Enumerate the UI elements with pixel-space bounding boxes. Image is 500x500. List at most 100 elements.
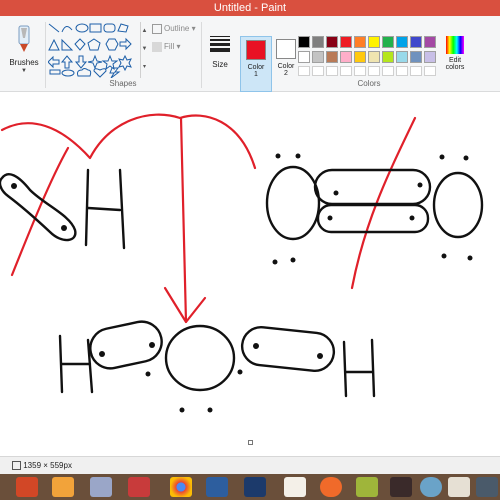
- triangle-shape-icon[interactable]: [48, 38, 60, 51]
- drawing-canvas[interactable]: [0, 93, 500, 441]
- custom-color-slot[interactable]: [312, 66, 324, 76]
- up-arrow-shape-icon[interactable]: [60, 55, 74, 69]
- palette-swatch[interactable]: [298, 36, 310, 48]
- fill-bucket-icon: [152, 42, 162, 52]
- curve-shape-icon[interactable]: [61, 26, 73, 33]
- color1-button[interactable]: Color 1: [240, 36, 272, 92]
- hexagon-shape-icon[interactable]: [105, 38, 119, 51]
- outline-label: Outline: [164, 24, 190, 34]
- diamond-shape-icon[interactable]: [74, 38, 86, 51]
- palette-swatch[interactable]: [354, 51, 366, 63]
- palette-swatch[interactable]: [326, 51, 338, 63]
- palette-swatch[interactable]: [340, 36, 352, 48]
- color-wheel-icon: [446, 36, 464, 54]
- status-bar: 1359 × 559px: [0, 456, 500, 474]
- window-title: Untitled - Paint: [213, 2, 287, 14]
- network-icon[interactable]: [90, 477, 112, 497]
- oxygen-right: [432, 171, 484, 239]
- fire-icon[interactable]: [390, 477, 412, 497]
- down-arrow-shape-icon[interactable]: [74, 55, 88, 69]
- custom-color-slot[interactable]: [382, 66, 394, 76]
- cloud-callout-shape-icon[interactable]: [77, 68, 92, 77]
- oval-shape-icon[interactable]: [75, 23, 89, 33]
- heart-shape-icon[interactable]: [93, 68, 107, 78]
- palette-swatch[interactable]: [312, 36, 324, 48]
- league-icon[interactable]: [244, 477, 266, 497]
- fill-button[interactable]: Fill ▾: [152, 42, 180, 52]
- size-label: Size: [212, 60, 228, 69]
- browser-icon[interactable]: [284, 477, 306, 497]
- scroll-up-icon[interactable]: ▲: [141, 22, 148, 40]
- paint-icon[interactable]: [52, 477, 74, 497]
- chevron-down-icon: ▾: [191, 24, 196, 34]
- polygon-shape-icon[interactable]: [117, 23, 129, 33]
- custom-color-slot[interactable]: [410, 66, 422, 76]
- palette-swatch[interactable]: [340, 51, 352, 63]
- edit-colors-button[interactable]: Edit colors: [440, 34, 470, 92]
- custom-color-slot[interactable]: [368, 66, 380, 76]
- fill-label: Fill: [164, 42, 175, 52]
- color1-number: 1: [254, 71, 258, 78]
- chevron-down-icon: ▾: [176, 42, 181, 52]
- palette-swatch[interactable]: [326, 36, 338, 48]
- brushes-label: Brushes: [9, 58, 39, 67]
- screen-icon[interactable]: [206, 477, 228, 497]
- palette-swatch[interactable]: [298, 51, 310, 63]
- palette-swatch[interactable]: [396, 36, 408, 48]
- steam-icon[interactable]: [420, 477, 442, 497]
- powerpoint-icon[interactable]: [16, 477, 38, 497]
- palette-swatch[interactable]: [368, 36, 380, 48]
- oval-callout-shape-icon[interactable]: [61, 69, 75, 77]
- canvas-resize-handle[interactable]: [248, 440, 253, 445]
- palette-swatch[interactable]: [382, 51, 394, 63]
- six-point-star-shape-icon[interactable]: [118, 54, 132, 72]
- five-point-star-shape-icon[interactable]: [101, 54, 119, 71]
- color1-swatch: [246, 40, 266, 60]
- palette-swatch[interactable]: [410, 36, 422, 48]
- rounded-rectangle-shape-icon[interactable]: [103, 23, 116, 33]
- palette-swatch[interactable]: [354, 36, 366, 48]
- palette-swatch[interactable]: [368, 51, 380, 63]
- rectangle-shape-icon[interactable]: [89, 23, 102, 33]
- brushes-button[interactable]: Brushes ▼: [6, 20, 42, 80]
- palette-swatch[interactable]: [424, 51, 436, 63]
- custom-color-slot[interactable]: [340, 66, 352, 76]
- custom-color-slot[interactable]: [396, 66, 408, 76]
- pen-icon[interactable]: [476, 477, 498, 497]
- palette-swatch[interactable]: [396, 51, 408, 63]
- custom-color-slot[interactable]: [424, 66, 436, 76]
- four-point-star-shape-icon[interactable]: [87, 54, 103, 70]
- palette-swatch[interactable]: [382, 36, 394, 48]
- right-arrow-shape-icon[interactable]: [119, 37, 132, 51]
- custom-color-slot[interactable]: [326, 66, 338, 76]
- black-strokes: [0, 165, 484, 398]
- palette-swatch[interactable]: [312, 51, 324, 63]
- shapes-gallery[interactable]: [47, 22, 140, 79]
- size-button[interactable]: Size: [206, 20, 234, 80]
- callout-shape-icon[interactable]: [49, 69, 61, 75]
- oxygen-left: [265, 165, 321, 241]
- color2-swatch: [276, 39, 296, 59]
- gallery-icon[interactable]: [128, 477, 150, 497]
- paint-app-icon[interactable]: [448, 477, 470, 497]
- red-arc: [0, 113, 257, 170]
- ribbon: Brushes ▼ ▲ ▼ ▾ Outline ▾ Fill ▾ Shapes …: [0, 16, 500, 92]
- canvas-size-icon: [12, 461, 21, 471]
- media-icon[interactable]: [320, 477, 342, 497]
- pentagon-shape-icon[interactable]: [87, 38, 101, 51]
- custom-color-slot[interactable]: [298, 66, 310, 76]
- palette-swatch[interactable]: [424, 36, 436, 48]
- h-left-cross: [86, 206, 122, 212]
- h-bottom-right: [342, 338, 376, 398]
- palette-swatch[interactable]: [410, 51, 422, 63]
- scroll-down-icon[interactable]: ▼: [141, 40, 148, 58]
- left-arrow-shape-icon[interactable]: [47, 55, 60, 69]
- right-triangle-shape-icon[interactable]: [61, 38, 74, 51]
- custom-color-slot[interactable]: [354, 66, 366, 76]
- line-shape-icon[interactable]: [48, 23, 60, 33]
- sticky-notes-icon[interactable]: [356, 477, 378, 497]
- expand-gallery-icon[interactable]: ▾: [141, 58, 148, 76]
- shapes-gallery-scroll[interactable]: ▲ ▼ ▾: [140, 22, 148, 78]
- outline-button[interactable]: Outline ▾: [152, 24, 196, 34]
- chrome-icon[interactable]: [170, 477, 192, 497]
